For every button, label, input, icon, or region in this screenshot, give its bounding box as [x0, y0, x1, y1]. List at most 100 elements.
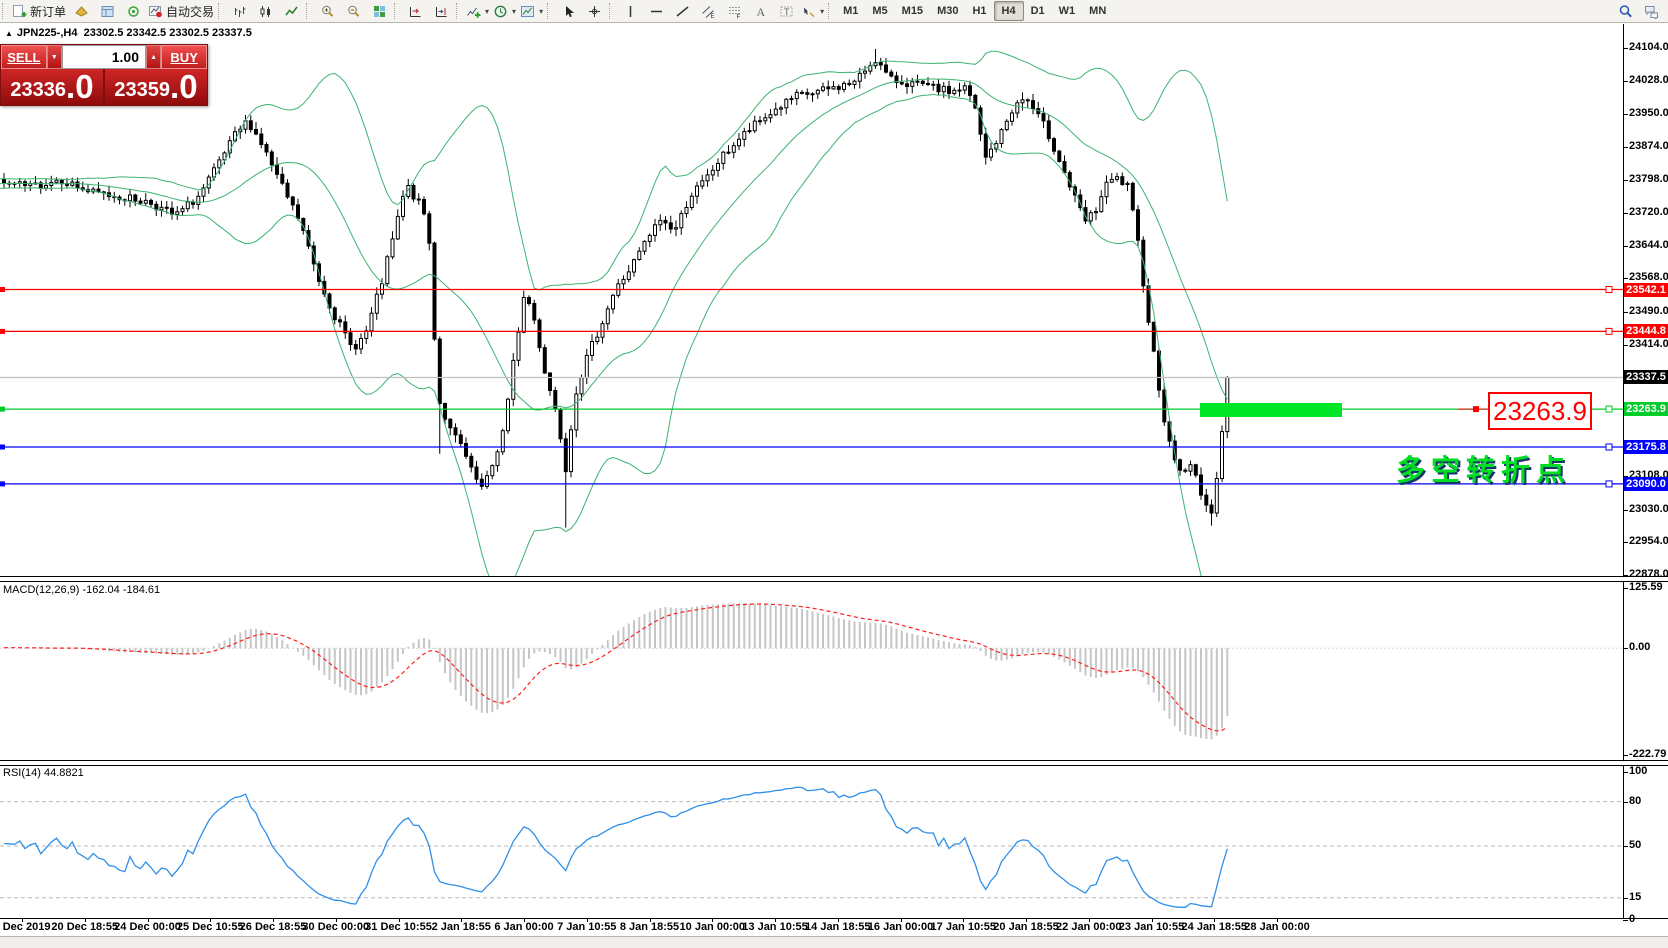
time-tick-label: 16 Jan 00:00 [868, 921, 933, 933]
time-tick [273, 918, 274, 922]
sell-price[interactable]: 23336.0 [1, 69, 103, 105]
chat-button[interactable] [1638, 1, 1664, 21]
one-click-trading-panel: SELL ▼ ▲ BUY 23336.0 23359.0 [0, 44, 208, 106]
text-label-icon: T [779, 4, 794, 19]
time-tick-label: 14 Jan 18:55 [805, 921, 870, 933]
tf-w1[interactable]: W1 [1052, 2, 1083, 20]
time-tick-label: 23 Jan 10:55 [1119, 921, 1184, 933]
chevron-down-icon[interactable]: ▾ [539, 7, 543, 16]
vertical-line-button[interactable] [617, 1, 643, 21]
toolbar-grip [547, 3, 552, 19]
toolbar-grip [394, 3, 399, 19]
macd-tick [1623, 755, 1628, 756]
candlestick-chart-icon [258, 4, 273, 19]
time-tick-label: 7 Jan 10:55 [557, 921, 616, 933]
annotation-text[interactable]: 多空转折点 [1396, 447, 1571, 489]
chart-ohlc: 23302.5 23342.5 23302.5 23337.5 [84, 27, 252, 39]
arrow-tools-button[interactable]: ▾ [799, 1, 826, 21]
time-tick [775, 918, 776, 922]
time-tick-label: 10 Jan 00:00 [680, 921, 745, 933]
chart-shift-button[interactable] [428, 1, 454, 21]
rsi-splitter[interactable] [0, 760, 1668, 766]
tf-mn[interactable]: MN [1082, 2, 1113, 20]
price-tick-label: 24104.0 [1629, 41, 1668, 53]
line-chart-button[interactable] [278, 1, 304, 21]
chevron-down-icon[interactable]: ▾ [820, 7, 824, 16]
chevron-down-icon[interactable]: ▾ [485, 7, 489, 16]
new-order-icon [12, 4, 27, 19]
signals-button[interactable] [120, 1, 146, 21]
tf-h4[interactable]: H4 [994, 1, 1024, 21]
svg-text:A: A [756, 5, 765, 19]
auto-scroll-button[interactable] [402, 1, 428, 21]
price-tick [1623, 246, 1628, 247]
price-tick-label: 23720.0 [1629, 206, 1668, 218]
sell-price-main: 23336 [10, 77, 66, 103]
buy-price-main: 23359 [114, 77, 170, 103]
zoom-out-button[interactable] [340, 1, 366, 21]
time-tick [963, 918, 964, 922]
price-badge: 23542.1 [1624, 283, 1668, 297]
window-collapse-icon[interactable]: ▲ [5, 29, 13, 38]
tile-windows-button[interactable] [366, 1, 392, 21]
price-tick-label: 22954.0 [1629, 535, 1668, 547]
toolbar: 新订单 自动交易 ▾ ▾ ▾ EFAT ▾ M1M5 M15 M30H1H4D1W1MN [0, 0, 1668, 23]
price-callout[interactable]: 23263.9 [1488, 392, 1592, 430]
time-tick [399, 918, 400, 922]
volume-down-button[interactable]: ▼ [47, 45, 62, 69]
autotrading-button[interactable]: 自动交易 [146, 1, 216, 21]
text-label-button[interactable]: T [773, 1, 799, 21]
sell-button[interactable]: SELL [1, 45, 47, 69]
price-tick [1623, 114, 1628, 115]
time-tick [838, 918, 839, 922]
templates-button[interactable]: ▾ [518, 1, 545, 21]
tf-m15[interactable]: M15 [895, 2, 930, 20]
horizontal-line-button[interactable] [643, 1, 669, 21]
chevron-down-icon[interactable]: ▾ [512, 7, 516, 16]
new-order-button-label: 新订单 [30, 3, 66, 20]
tile-windows-icon [372, 4, 387, 19]
macd-splitter[interactable] [0, 576, 1668, 582]
candlestick-chart-button[interactable] [252, 1, 278, 21]
search-button[interactable] [1612, 1, 1638, 21]
new-order-button[interactable]: 新订单 [10, 1, 68, 21]
tf-m15-label: M15 [902, 5, 923, 17]
market-watch-button[interactable] [94, 1, 120, 21]
volume-input[interactable] [62, 45, 146, 69]
price-badge: 23337.5 [1624, 370, 1668, 384]
search-icon [1618, 4, 1633, 19]
time-tick [650, 918, 651, 922]
buy-button[interactable]: BUY [161, 45, 207, 69]
zoom-in-button[interactable] [314, 1, 340, 21]
fibonacci-button[interactable]: F [721, 1, 747, 21]
trendline-button[interactable] [669, 1, 695, 21]
periods-icon [493, 4, 508, 19]
rsi-tick [1623, 772, 1628, 773]
line-chart-icon [284, 4, 299, 19]
time-tick-label: 30 Dec 00:00 [302, 921, 369, 933]
price-badge: 23444.8 [1624, 324, 1668, 338]
price-tick-label: 23798.0 [1629, 173, 1668, 185]
crosshair-button[interactable] [581, 1, 607, 21]
volume-up-button[interactable]: ▲ [146, 45, 161, 69]
time-tick [524, 918, 525, 922]
tf-m1[interactable]: M1 [836, 2, 865, 20]
tf-d1[interactable]: D1 [1024, 2, 1052, 20]
indicators-button[interactable]: ▾ [464, 1, 491, 21]
tf-m5[interactable]: M5 [865, 2, 894, 20]
equidistant-channel-button[interactable]: E [695, 1, 721, 21]
rsi-tick [1623, 920, 1628, 921]
favorites-button[interactable] [68, 1, 94, 21]
periods-button[interactable]: ▾ [491, 1, 518, 21]
cursor-button[interactable] [555, 1, 581, 21]
text-button[interactable]: A [747, 1, 773, 21]
bar-chart-button[interactable] [226, 1, 252, 21]
price-tick [1623, 213, 1628, 214]
market-watch-icon [100, 4, 115, 19]
rsi-tick-label: 50 [1629, 839, 1641, 851]
tf-m30[interactable]: M30 [930, 2, 965, 20]
highlight-rectangle[interactable] [1200, 403, 1342, 417]
tf-h1[interactable]: H1 [965, 2, 993, 20]
buy-price[interactable]: 23359.0 [105, 69, 207, 105]
rsi-tick [1623, 898, 1628, 899]
